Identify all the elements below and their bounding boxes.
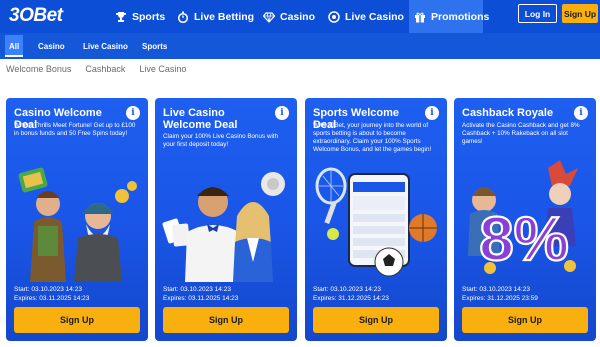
login-button[interactable]: Log In [518,4,557,23]
expiry-date: Expires: 03.11.2025 14:23 [163,295,239,302]
nav-live-casino[interactable]: Live Casino [328,0,404,33]
chip-icon [328,10,340,23]
nav-sports-label: Sports [132,10,166,23]
nav-promotions[interactable]: Promotions [414,0,489,33]
cashback-royale-illustration: 8% [468,160,578,275]
card-description: Where Thrills Meet Fortune! Get up to £1… [14,122,136,137]
card-signup-button[interactable]: Sign Up [462,307,588,333]
link-live-casino[interactable]: Live Casino [139,64,186,76]
expiry-date: Expires: 31.12.2025 14:23 [313,295,389,302]
stopwatch-icon [177,11,189,23]
nav-casino-label: Casino [280,10,316,23]
logo-text: 3OBet [9,5,63,26]
card-dates: Start: 03.10.2023 14:23 Expires: 03.11.2… [14,285,89,303]
card-description: Claim your 100% Live Casino Bonus with y… [163,133,279,148]
expiry-date: Expires: 03.11.2025 14:23 [14,295,90,302]
start-date: Start: 03.10.2023 14:23 [313,286,381,293]
top-navigation-bar: 3OBet Sports Live Betting Casino Live Ca… [0,0,600,33]
category-tabs-bar: All Casino Live Casino Sports [0,33,600,59]
card-dates: Start: 03.10.2023 14:23 Expires: 31.12.2… [313,285,389,303]
promo-card-live-casino: Live Casino Welcome Deal i Claim your 10… [155,98,297,341]
card-signup-button[interactable]: Sign Up [14,307,140,333]
trophy-icon [116,11,126,22]
promo-filter-links: Welcome Bonus Cashback Live Casino [6,64,186,76]
start-date: Start: 03.10.2023 14:23 [462,286,530,293]
tab-live-casino[interactable]: Live Casino [83,33,128,59]
promo-card-cashback: Cashback Royale i Activate the Casino Ca… [454,98,596,341]
info-icon[interactable]: i [574,106,588,120]
nav-casino[interactable]: Casino [263,0,315,33]
nav-live-betting[interactable]: Live Betting [177,0,254,33]
nav-sports[interactable]: Sports [115,0,165,33]
tab-all[interactable]: All [9,33,19,59]
start-date: Start: 03.10.2023 14:23 [163,286,231,293]
nav-live-betting-label: Live Betting [194,10,255,23]
promo-card-sports: Sports Welcome Deal i With 30Bet, your j… [305,98,447,341]
promo-card-casino: Casino Welcome Deal i Where Thrills Meet… [6,98,148,341]
casino-characters-illustration [18,167,137,282]
info-icon[interactable]: i [425,106,439,120]
info-icon[interactable]: i [126,106,140,120]
nav-live-casino-label: Live Casino [345,10,404,23]
gift-icon [415,12,425,22]
card-title: Live Casino Welcome Deal [163,107,238,131]
start-date: Start: 03.10.2023 14:23 [14,286,82,293]
link-welcome-bonus[interactable]: Welcome Bonus [6,64,71,76]
brand-logo[interactable]: 3OBet [9,5,63,27]
card-description: Activate the Casino Cashback and get 8% … [462,122,580,145]
live-dealers-illustration [162,172,285,282]
card-description: With 30Bet, your journey into the world … [313,122,432,153]
card-signup-button[interactable]: Sign Up [313,307,439,333]
link-cashback[interactable]: Cashback [85,64,125,76]
expiry-date: Expires: 31.12.2025 23:59 [462,295,538,302]
signup-button[interactable]: Sign Up [562,4,598,23]
nav-promotions-label: Promotions [431,10,490,23]
card-title: Cashback Royale [462,107,554,119]
info-icon[interactable]: i [275,106,289,120]
sports-betting-illustration [315,167,437,277]
tab-casino[interactable]: Casino [38,33,65,59]
card-dates: Start: 03.10.2023 14:23 Expires: 03.11.2… [163,285,238,303]
card-signup-button[interactable]: Sign Up [163,307,289,333]
card-dates: Start: 03.10.2023 14:23 Expires: 31.12.2… [462,285,538,303]
tab-sports[interactable]: Sports [142,33,167,59]
diamond-icon [263,11,275,23]
